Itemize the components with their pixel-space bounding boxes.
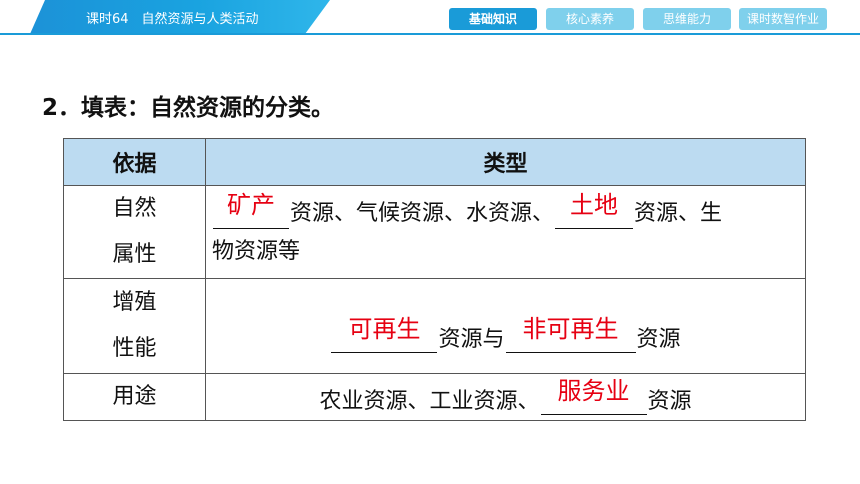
cell-text: 资源 — [647, 389, 692, 414]
top-divider — [0, 33, 860, 35]
answer-text: 可再生 — [348, 315, 421, 343]
cell-text: 资源、生 — [634, 200, 723, 226]
question-heading: 2．填表：自然资源的分类。 — [42, 95, 335, 121]
basis-line: 性能 — [112, 336, 157, 361]
table-row-natural: 自然 属性 矿产 资源、气候资源、水资源、 土地 资源、生 物资源等 — [63, 185, 806, 279]
answer-blank: 土地 — [555, 191, 634, 229]
basis-cell: 自然 属性 — [63, 185, 206, 279]
top-bar: 课时64 自然资源与人类活动 基础知识 核心素养 思维能力 课时数智作业 — [0, 0, 860, 34]
type-cell: 可再生 资源与 非可再生 资源 — [205, 278, 806, 374]
table-row-usage: 用途 农业资源、工业资源、 服务业 资源 — [63, 373, 806, 421]
cell-text: 资源、气候资源、水资源、 — [290, 200, 555, 226]
basis-line: 增殖 — [112, 290, 157, 315]
answer-blank: 可再生 — [331, 315, 438, 353]
lesson-title-tab: 课时64 自然资源与人类活动 — [0, 0, 330, 34]
answer-text: 矿产 — [227, 190, 275, 219]
nav-homework-button[interactable]: 课时数智作业 — [739, 8, 827, 30]
header-basis: 依据 — [63, 138, 206, 186]
lesson-title: 课时64 自然资源与人类活动 — [86, 12, 259, 27]
type-cell: 农业资源、工业资源、 服务业 资源 — [205, 373, 806, 421]
answer-text: 服务业 — [557, 377, 630, 405]
basis-cell: 用途 — [63, 373, 206, 421]
cell-text: 物资源等 — [212, 238, 301, 264]
table-row-regeneration: 增殖 性能 可再生 资源与 非可再生 资源 — [63, 278, 806, 374]
type-cell: 矿产 资源、气候资源、水资源、 土地 资源、生 物资源等 — [205, 185, 806, 279]
cell-text: 农业资源、工业资源、 — [319, 389, 540, 414]
cell-text: 资源 — [636, 327, 681, 352]
resource-classification-table: 依据 类型 自然 属性 矿产 资源、气候资源、水资源、 土地 资源、生 物资源等 增殖… — [63, 138, 806, 421]
table-header-row: 依据 类型 — [63, 138, 806, 186]
answer-blank: 服务业 — [540, 377, 647, 415]
nav-basic-knowledge-button[interactable]: 基础知识 — [449, 8, 537, 30]
basis-line: 属性 — [112, 242, 157, 267]
cell-text: 资源与 — [438, 327, 505, 352]
answer-blank: 非可再生 — [505, 315, 636, 353]
header-type: 类型 — [205, 138, 806, 186]
answer-text: 非可再生 — [522, 315, 619, 343]
nav-core-literacy-button[interactable]: 核心素养 — [546, 8, 634, 30]
basis-line: 自然 — [112, 196, 157, 221]
basis-cell: 增殖 性能 — [63, 278, 206, 374]
answer-text: 土地 — [570, 190, 619, 219]
answer-blank: 矿产 — [213, 191, 289, 229]
nav-thinking-ability-button[interactable]: 思维能力 — [643, 8, 731, 30]
